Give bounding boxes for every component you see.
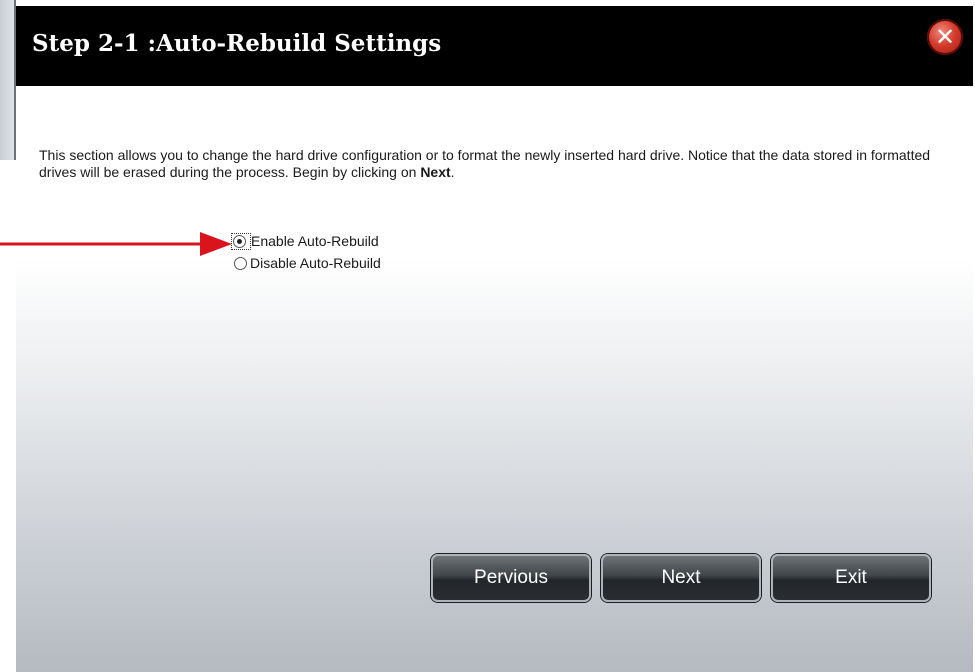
dialog-titlebar: Step 2-1 :Auto-Rebuild Settings ✕ (16, 6, 973, 86)
description-body: This section allows you to change the ha… (39, 147, 931, 180)
enable-auto-rebuild-option[interactable]: Enable Auto-Rebuild (231, 230, 381, 252)
close-icon[interactable]: ✕ (927, 19, 963, 55)
annotation-arrow-icon (0, 232, 232, 256)
disable-auto-rebuild-radio[interactable] (234, 256, 247, 270)
previous-button[interactable]: Pervious (431, 554, 591, 602)
auto-rebuild-options: Enable Auto-Rebuild Disable Auto-Rebuild (231, 230, 381, 274)
enable-auto-rebuild-label: Enable Auto-Rebuild (251, 233, 379, 249)
description-next-bold: Next (420, 164, 451, 180)
auto-rebuild-dialog: Step 2-1 :Auto-Rebuild Settings ✕ This s… (16, 6, 973, 672)
background-window-edge (0, 0, 16, 160)
dialog-title: Step 2-1 :Auto-Rebuild Settings (32, 30, 442, 57)
disable-auto-rebuild-option[interactable]: Disable Auto-Rebuild (234, 252, 381, 274)
disable-auto-rebuild-label: Disable Auto-Rebuild (250, 255, 381, 271)
description-period: . (450, 164, 455, 180)
next-button[interactable]: Next (601, 554, 761, 602)
description-text: This section allows you to change the ha… (39, 147, 939, 181)
exit-button[interactable]: Exit (771, 554, 931, 602)
dialog-button-row: Pervious Next Exit (431, 554, 931, 602)
